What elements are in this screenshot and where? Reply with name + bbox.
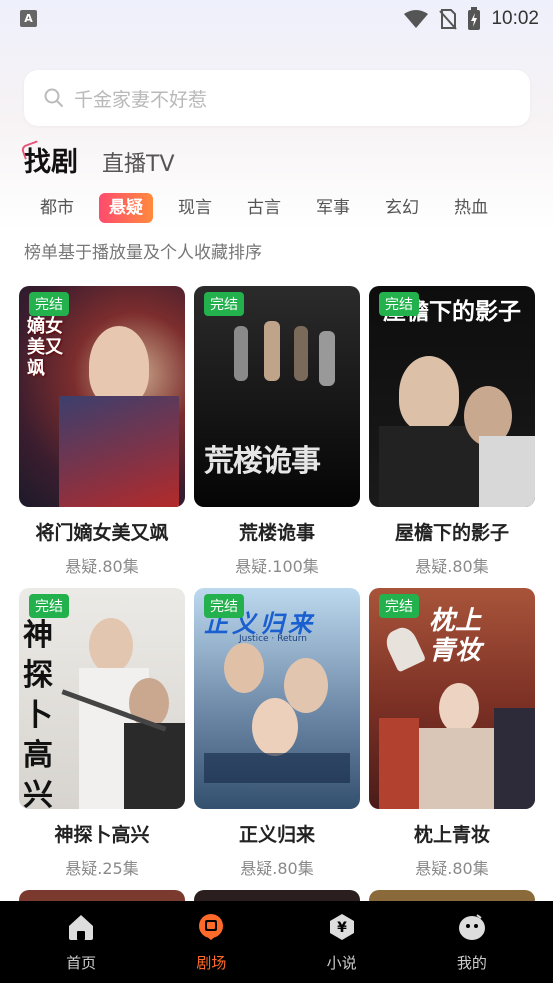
drama-meta: 悬疑.80集 xyxy=(240,859,314,878)
drama-poster[interactable]: 完结 枕上青妆 xyxy=(369,588,535,809)
drama-title[interactable]: 屋檐下的影子 xyxy=(369,518,535,545)
drama-meta: 悬疑.25集 xyxy=(65,859,139,878)
drama-card[interactable]: 完结 屋檐下的影子 屋檐下的影子 悬疑.80集 xyxy=(369,286,535,588)
ranking-note: 榜单基于播放量及个人收藏排序 xyxy=(24,243,262,263)
status-badge: 完结 xyxy=(29,292,69,316)
status-bar: A 10:02 xyxy=(0,0,553,40)
category-ancient-romance[interactable]: 古言 xyxy=(237,193,291,223)
bottom-nav: 首页 剧场 ¥ 小说 我的 xyxy=(0,901,553,983)
tab-live-tv[interactable]: 直播TV xyxy=(102,154,175,182)
nav-novel[interactable]: ¥ 小说 xyxy=(297,912,387,973)
search-placeholder: 千金家妻不好惹 xyxy=(74,88,208,111)
drama-meta: 悬疑.80集 xyxy=(415,859,489,878)
status-badge: 完结 xyxy=(204,292,244,316)
battery-charging-icon xyxy=(468,7,481,30)
status-icons: 10:02 xyxy=(403,6,539,32)
drama-poster[interactable]: 完结 屋檐下的影子 xyxy=(369,286,535,507)
drama-title[interactable]: 荒楼诡事 xyxy=(194,518,360,545)
status-badge: 完结 xyxy=(379,594,419,618)
nav-home-label: 首页 xyxy=(66,953,97,972)
category-suspense[interactable]: 悬疑 xyxy=(99,193,153,223)
profile-icon xyxy=(458,913,485,940)
category-modern-romance[interactable]: 现言 xyxy=(168,193,222,223)
category-urban[interactable]: 都市 xyxy=(24,193,84,223)
status-badge: 完结 xyxy=(204,594,244,618)
nav-home[interactable]: 首页 xyxy=(36,912,126,973)
drama-title[interactable]: 枕上青妆 xyxy=(369,820,535,847)
svg-text:¥: ¥ xyxy=(337,920,347,936)
drama-card[interactable]: 完结 嫡女美又飒 将门嫡女美又飒 悬疑.80集 xyxy=(19,286,185,588)
poster-subtitle: Justice · Return xyxy=(239,634,308,644)
nav-theater-label: 剧场 xyxy=(196,953,227,972)
drama-poster[interactable]: 完结 神探卜高兴 xyxy=(19,588,185,809)
category-military[interactable]: 军事 xyxy=(306,193,360,223)
nav-profile[interactable]: 我的 xyxy=(427,912,517,973)
drama-poster[interactable]: 完结 正义归来 Justice · Return xyxy=(194,588,360,809)
search-input[interactable]: 千金家妻不好惹 xyxy=(24,70,530,126)
drama-card[interactable]: 完结 枕上青妆 枕上青妆 悬疑.80集 xyxy=(369,588,535,890)
drama-title[interactable]: 神探卜高兴 xyxy=(19,820,185,847)
drama-meta: 悬疑.80集 xyxy=(415,557,489,576)
drama-poster[interactable]: 完结 荒楼诡事 xyxy=(194,286,360,507)
category-action[interactable]: 热血 xyxy=(444,193,498,223)
status-badge: 完结 xyxy=(379,292,419,316)
category-bar: 都市 悬疑 现言 古言 军事 玄幻 热血 xyxy=(24,192,544,224)
wifi-icon xyxy=(404,10,429,28)
tab-find-drama[interactable]: 找剧 xyxy=(24,149,78,182)
poster-title: 嫡女美又飒 xyxy=(27,316,63,379)
no-sim-icon xyxy=(439,9,458,30)
poster-title: 枕上青妆 xyxy=(429,606,482,666)
drama-title[interactable]: 将门嫡女美又飒 xyxy=(19,518,185,545)
drama-grid: 完结 嫡女美又飒 将门嫡女美又飒 悬疑.80集 完结 荒楼诡事 荒楼诡事 悬疑.… xyxy=(19,286,535,890)
top-tabs: 找剧 直播TV xyxy=(24,138,175,182)
search-icon xyxy=(44,88,63,107)
drama-meta: 悬疑.100集 xyxy=(235,557,319,576)
drama-poster[interactable]: 完结 嫡女美又飒 xyxy=(19,286,185,507)
drama-meta: 悬疑.80集 xyxy=(65,557,139,576)
novel-icon: ¥ xyxy=(329,913,354,940)
status-badge: 完结 xyxy=(29,594,69,618)
drama-card[interactable]: 完结 神探卜高兴 神探卜高兴 悬疑.25集 xyxy=(19,588,185,890)
category-fantasy[interactable]: 玄幻 xyxy=(375,193,429,223)
app-notification-icon: A xyxy=(20,10,37,27)
home-icon xyxy=(69,914,94,940)
drama-card[interactable]: 完结 正义归来 Justice · Return 正义归来 悬疑.80集 xyxy=(194,588,360,890)
nav-profile-label: 我的 xyxy=(456,953,487,972)
nav-novel-label: 小说 xyxy=(326,953,357,972)
drama-card[interactable]: 完结 荒楼诡事 荒楼诡事 悬疑.100集 xyxy=(194,286,360,588)
drama-title[interactable]: 正义归来 xyxy=(194,820,360,847)
nav-theater[interactable]: 剧场 xyxy=(166,912,256,973)
poster-title: 神探卜高兴 xyxy=(23,618,53,809)
poster-title: 荒楼诡事 xyxy=(204,444,321,479)
theater-icon xyxy=(199,913,224,940)
status-time: 10:02 xyxy=(491,8,539,29)
